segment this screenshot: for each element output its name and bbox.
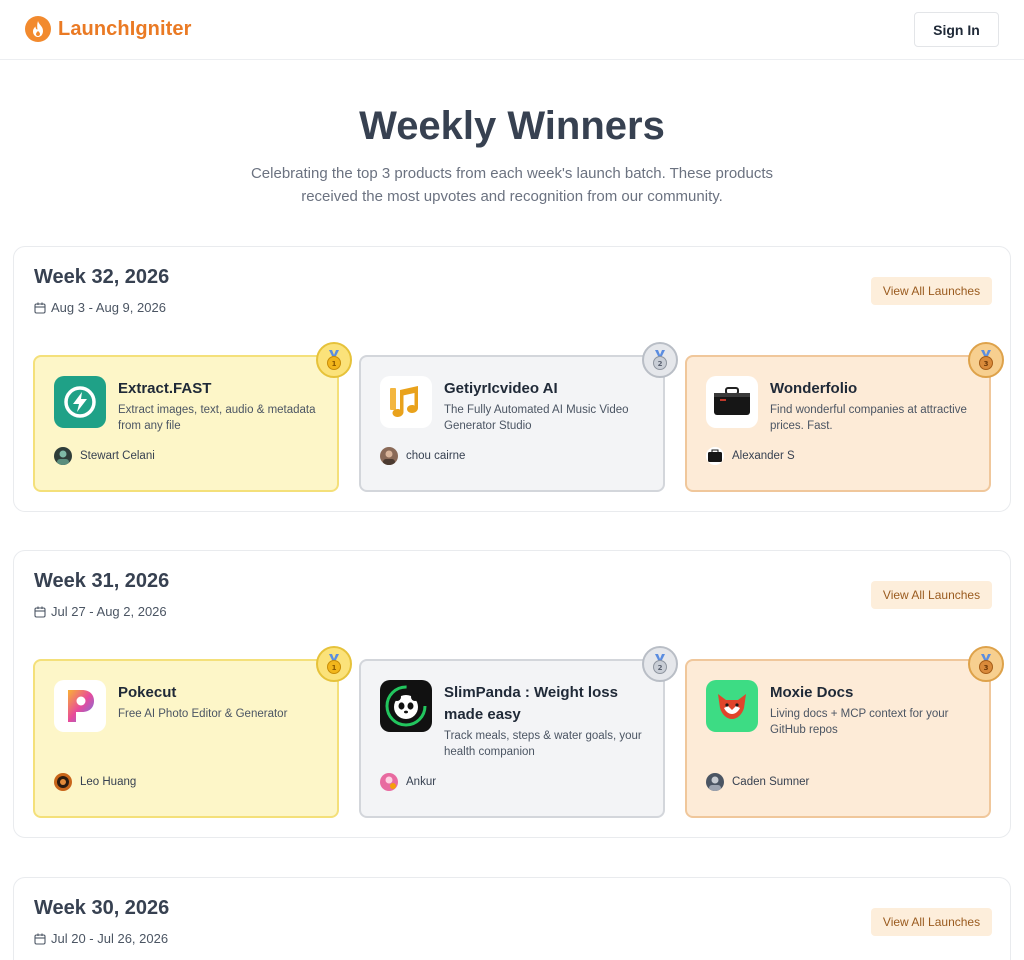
week-date-range: Jul 27 - Aug 2, 2026 <box>34 604 167 619</box>
product-name[interactable]: GetiyrIcvideo AI <box>444 378 649 400</box>
music-note-icon <box>380 376 432 428</box>
avatar <box>54 447 72 465</box>
page-title: Weekly Winners <box>359 104 665 148</box>
svg-text:1: 1 <box>332 360 337 368</box>
maker-name: Alexander S <box>732 450 795 462</box>
top-navbar: LaunchIgniter Sign In <box>0 0 1024 60</box>
sign-in-button[interactable]: Sign In <box>914 12 999 47</box>
view-all-launches-button[interactable]: View All Launches <box>871 277 992 305</box>
product-name[interactable]: SlimPanda : Weight loss made easy <box>444 682 649 726</box>
avatar <box>380 447 398 465</box>
briefcase-icon <box>706 376 758 428</box>
lightning-icon <box>54 376 106 428</box>
week-section: Week 32, 2026 Aug 3 - Aug 9, 2026 View A… <box>13 246 1011 512</box>
product-description: Living docs + MCP context for your GitHu… <box>770 708 949 736</box>
gold-medal-icon: 1 <box>316 646 352 682</box>
week-section: Week 31, 2026 Jul 27 - Aug 2, 2026 View … <box>13 550 1011 838</box>
avatar <box>54 773 72 791</box>
flame-icon <box>25 16 51 42</box>
product-maker[interactable]: Stewart Celani <box>54 447 155 465</box>
product-maker[interactable]: Ankur <box>380 773 436 791</box>
product-name[interactable]: Moxie Docs <box>770 682 975 704</box>
maker-name: Caden Sumner <box>732 776 810 788</box>
silver-medal-icon: 2 <box>642 646 678 682</box>
product-card-bronze[interactable]: Wonderfolio Find wonderful companies at … <box>685 355 991 492</box>
p-letter-icon <box>54 680 106 732</box>
avatar <box>380 773 398 791</box>
week-date-range: Aug 3 - Aug 9, 2026 <box>34 300 166 315</box>
week-dates-text: Aug 3 - Aug 9, 2026 <box>51 300 166 315</box>
product-maker[interactable]: Alexander S <box>706 447 795 465</box>
gold-medal-icon: 1 <box>316 342 352 378</box>
week-section: Week 30, 2026 Jul 20 - Jul 26, 2026 View… <box>13 877 1011 960</box>
svg-text:2: 2 <box>658 360 663 368</box>
page-subtitle: Celebrating the top 3 products from each… <box>250 165 774 205</box>
bronze-medal-icon: 3 <box>968 646 1004 682</box>
product-card-silver[interactable]: GetiyrIcvideo AI The Fully Automated AI … <box>359 355 665 492</box>
product-maker[interactable]: Caden Sumner <box>706 773 809 791</box>
panda-icon <box>380 680 432 732</box>
product-description: Free AI Photo Editor & Generator <box>118 708 288 720</box>
week-date-range: Jul 20 - Jul 26, 2026 <box>34 931 168 946</box>
product-name[interactable]: Pokecut <box>118 682 323 704</box>
product-card-silver[interactable]: SlimPanda : Weight loss made easy Track … <box>359 659 665 818</box>
maker-name: Leo Huang <box>80 776 137 788</box>
calendar-icon <box>34 933 46 945</box>
product-description: The Fully Automated AI Music Video Gener… <box>444 404 629 432</box>
week-title: Week 31, 2026 <box>34 570 170 592</box>
avatar <box>706 773 724 791</box>
week-title: Week 30, 2026 <box>34 897 170 919</box>
view-all-launches-button[interactable]: View All Launches <box>871 908 992 936</box>
maker-name: chou cairne <box>406 450 466 462</box>
product-description: Find wonderful companies at attractive p… <box>770 404 967 432</box>
product-card-gold[interactable]: Extract.FAST Extract images, text, audio… <box>33 355 339 492</box>
bronze-medal-icon: 3 <box>968 342 1004 378</box>
calendar-icon <box>34 302 46 314</box>
svg-text:3: 3 <box>984 664 989 672</box>
avatar <box>706 447 724 465</box>
calendar-icon <box>34 606 46 618</box>
fox-icon <box>706 680 758 732</box>
product-maker[interactable]: Leo Huang <box>54 773 136 791</box>
svg-text:2: 2 <box>658 664 663 672</box>
product-card-bronze[interactable]: Moxie Docs Living docs + MCP context for… <box>685 659 991 818</box>
week-dates-text: Jul 20 - Jul 26, 2026 <box>51 931 169 946</box>
silver-medal-icon: 2 <box>642 342 678 378</box>
brand-link[interactable]: LaunchIgniter <box>25 16 192 42</box>
product-description: Extract images, text, audio & metadata f… <box>118 404 316 432</box>
maker-name: Stewart Celani <box>80 450 155 462</box>
svg-text:3: 3 <box>984 360 989 368</box>
svg-text:1: 1 <box>332 664 337 672</box>
product-description: Track meals, steps & water goals, your h… <box>444 730 642 758</box>
product-name[interactable]: Extract.FAST <box>118 378 323 400</box>
product-card-gold[interactable]: Pokecut Free AI Photo Editor & Generator… <box>33 659 339 818</box>
product-maker[interactable]: chou cairne <box>380 447 465 465</box>
product-name[interactable]: Wonderfolio <box>770 378 975 400</box>
week-dates-text: Jul 27 - Aug 2, 2026 <box>51 604 167 619</box>
maker-name: Ankur <box>406 776 437 788</box>
view-all-launches-button[interactable]: View All Launches <box>871 581 992 609</box>
brand-name: LaunchIgniter <box>58 17 192 40</box>
week-title: Week 32, 2026 <box>34 266 170 288</box>
